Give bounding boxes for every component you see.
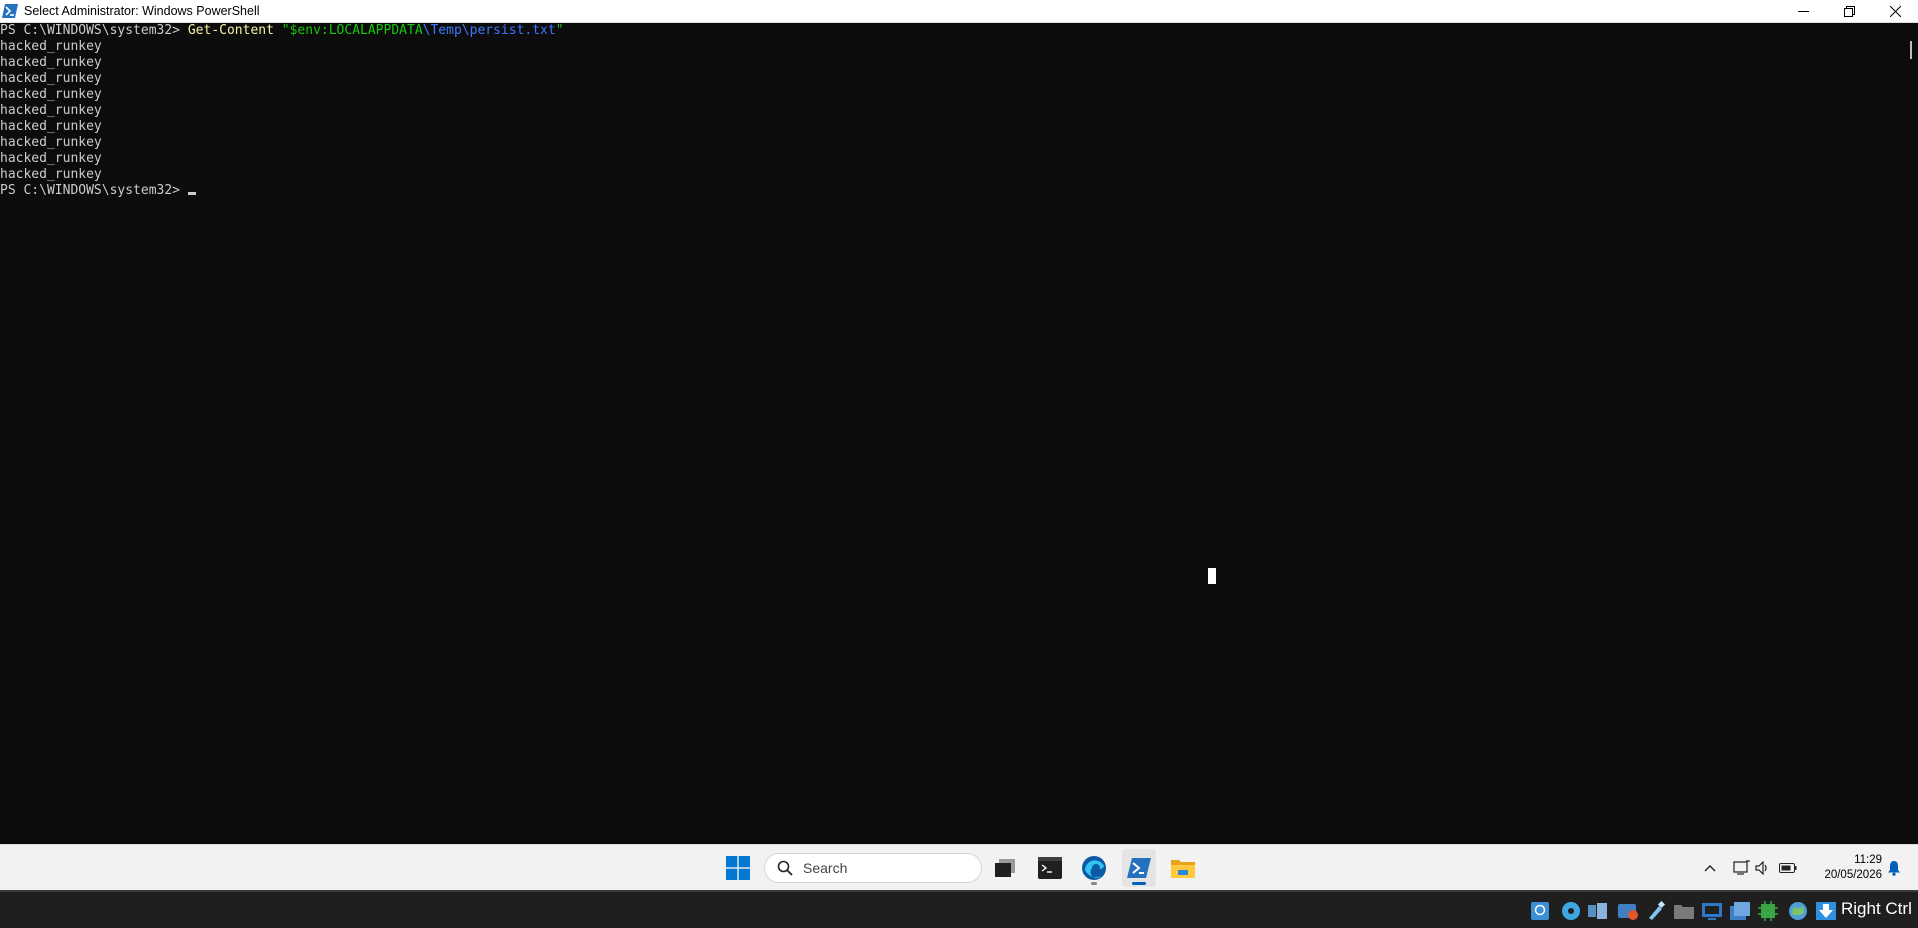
arrow-down-icon <box>1816 902 1836 920</box>
clock-time: 11:29 <box>1854 854 1882 866</box>
scrollbar-thumb[interactable] <box>1910 41 1912 59</box>
text-cursor <box>187 192 196 195</box>
taskbar-clock[interactable]: 11:29 20/05/2026 <box>1806 853 1882 883</box>
guest-additions-status[interactable] <box>1787 900 1809 922</box>
optical-disc-icon <box>1562 902 1580 920</box>
running-indicator <box>1091 882 1097 885</box>
powershell-icon <box>2 4 18 18</box>
hard-disk-status[interactable] <box>1529 900 1551 922</box>
powershell-app-button[interactable] <box>1122 849 1156 887</box>
network-adapter-icon <box>1618 904 1638 920</box>
command-line: PS C:\WINDOWS\system32> Get-Content "$en… <box>0 23 1905 39</box>
display-status[interactable] <box>1701 900 1723 922</box>
optical-drive-status[interactable] <box>1560 900 1582 922</box>
string-arg-path: \Temp\persist.txt <box>422 23 556 38</box>
audio-icon <box>1588 903 1607 919</box>
active-indicator <box>1132 882 1146 885</box>
search-placeholder: Search <box>803 860 848 876</box>
network-icon <box>1733 860 1750 875</box>
taskbar-search-input[interactable]: Search <box>764 853 982 883</box>
output-line: hacked_runkey <box>0 39 102 54</box>
chevron-up-icon <box>1704 865 1716 872</box>
output-line: hacked_runkey <box>0 71 102 86</box>
video-capture-icon <box>1730 902 1750 920</box>
edge-app-button[interactable] <box>1078 849 1110 887</box>
string-arg-start: "$env:LOCALAPPDATA <box>281 23 423 38</box>
terminal-app-button[interactable] <box>1034 849 1066 887</box>
close-icon <box>1889 6 1901 17</box>
terminal-icon <box>1038 857 1062 879</box>
console-output[interactable]: PS C:\WINDOWS\system32> Get-Content "$en… <box>0 23 1905 844</box>
restore-button[interactable] <box>1826 0 1872 23</box>
output-line: hacked_runkey <box>0 103 102 118</box>
output-line: hacked_runkey <box>0 119 102 134</box>
host-key-label: Right Ctrl <box>1841 899 1912 918</box>
bell-icon <box>1888 861 1900 876</box>
file-explorer-icon <box>1171 860 1195 878</box>
cpu-status[interactable] <box>1757 900 1779 922</box>
cpu-icon <box>1758 901 1778 921</box>
restore-icon <box>1843 6 1855 17</box>
cmdlet: Get-Content <box>187 23 274 38</box>
output-line: hacked_runkey <box>0 167 102 182</box>
network-adapter-status[interactable] <box>1617 900 1639 922</box>
start-icon <box>726 856 750 880</box>
folder-icon <box>1674 905 1694 919</box>
globe-icon <box>1789 902 1807 920</box>
minimize-icon <box>1797 11 1809 12</box>
console-scrollbar[interactable] <box>1905 23 1918 844</box>
output-line: hacked_runkey <box>0 87 102 102</box>
window-controls <box>1780 0 1918 23</box>
title-bar[interactable]: Select Administrator: Windows PowerShell <box>0 0 1918 23</box>
mouse-pointer-icon <box>1208 568 1216 584</box>
mouse-integration-status[interactable] <box>1815 900 1837 922</box>
audio-status[interactable] <box>1587 900 1609 922</box>
search-icon <box>777 860 793 876</box>
prompt: PS C:\WINDOWS\system32> <box>0 23 188 38</box>
recording-status[interactable] <box>1729 900 1751 922</box>
battery-tray-button[interactable] <box>1777 849 1799 887</box>
hard-disk-icon <box>1531 902 1549 920</box>
display-icon <box>1702 903 1722 920</box>
edge-icon <box>1082 856 1106 880</box>
shared-folders-status[interactable] <box>1673 900 1695 922</box>
current-prompt-line[interactable]: PS C:\WINDOWS\system32> <box>0 183 1905 199</box>
task-view-button[interactable] <box>990 849 1020 887</box>
output-line: hacked_runkey <box>0 151 102 166</box>
output-line: hacked_runkey <box>0 55 102 70</box>
battery-icon <box>1779 863 1797 873</box>
close-button[interactable] <box>1872 0 1918 23</box>
usb-status[interactable] <box>1645 900 1667 922</box>
start-button[interactable] <box>721 849 755 887</box>
usb-icon <box>1649 901 1666 920</box>
powershell-icon <box>1127 858 1151 878</box>
vm-status-bar: Right Ctrl <box>0 890 1918 928</box>
volume-icon <box>1755 861 1767 875</box>
network-tray-button[interactable] <box>1732 849 1752 887</box>
file-explorer-app-button[interactable] <box>1166 849 1200 887</box>
minimize-button[interactable] <box>1780 0 1826 23</box>
notifications-button[interactable] <box>1882 849 1906 887</box>
prompt: PS C:\WINDOWS\system32> <box>0 183 188 198</box>
taskbar: Search 11:29 20/05/2026 <box>0 844 1918 890</box>
output-line: hacked_runkey <box>0 135 102 150</box>
window-title: Select Administrator: Windows PowerShell <box>24 4 260 18</box>
show-hidden-icons-button[interactable] <box>1700 849 1720 887</box>
volume-tray-button[interactable] <box>1753 849 1773 887</box>
clock-date: 20/05/2026 <box>1824 869 1882 881</box>
string-arg-end: " <box>555 23 564 38</box>
task-view-icon <box>995 859 1015 877</box>
